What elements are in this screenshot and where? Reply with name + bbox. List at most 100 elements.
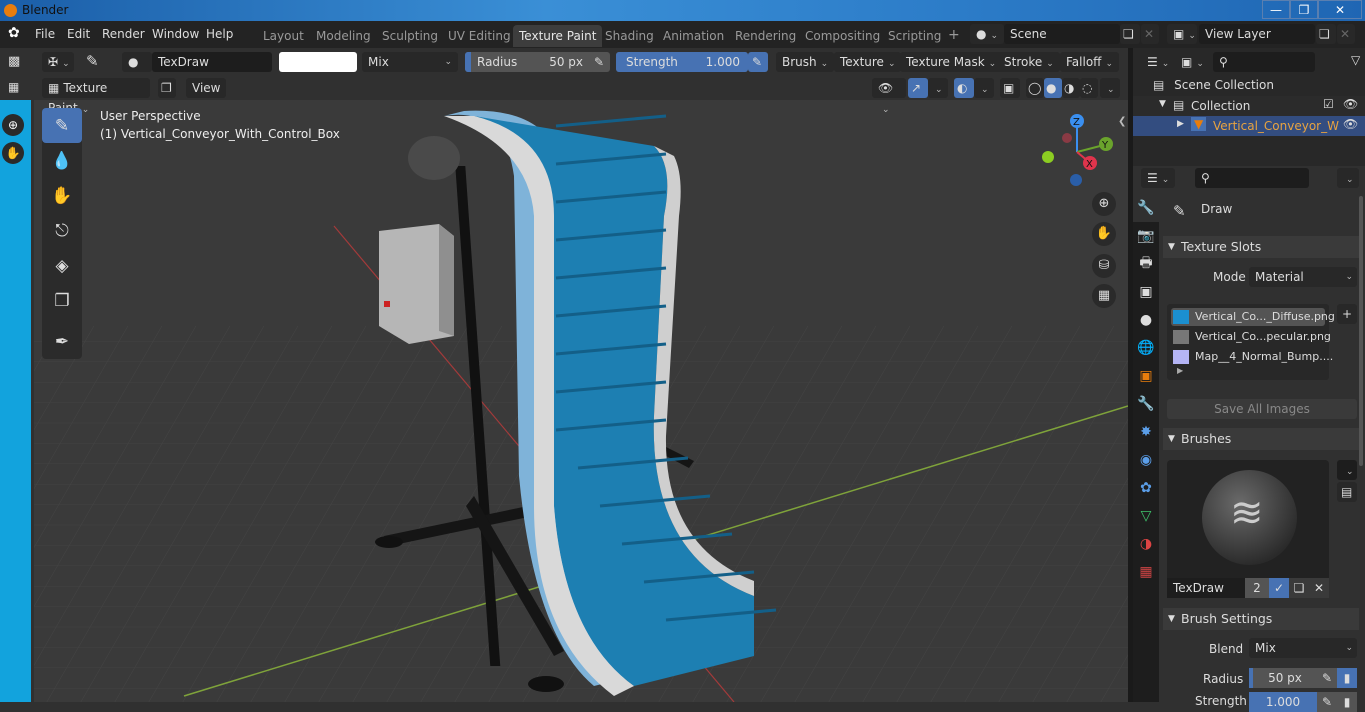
minimize-button[interactable]: — [1262, 0, 1290, 19]
brush-users-count[interactable]: 2 [1245, 578, 1269, 598]
outliner-search-input[interactable]: ⚲ [1213, 52, 1315, 72]
scene-type-icon[interactable]: ● ⌄ [970, 24, 1004, 44]
brush-menu[interactable]: Brush ⌄ [776, 52, 835, 72]
scene-tab-icon[interactable]: ● [1133, 306, 1159, 334]
outliner-row-collection[interactable]: ▼ ▤ Collection ☑ 👁 [1133, 96, 1365, 116]
radius-slider[interactable]: Radius 50 px [465, 52, 595, 72]
filter-icon[interactable]: ▽ [1351, 53, 1360, 67]
save-all-images-button[interactable]: Save All Images [1167, 399, 1357, 419]
shading-dropdown[interactable]: ⌄ [1100, 78, 1120, 98]
zoom-view-icon[interactable]: ⊕ [1092, 192, 1116, 216]
mode-dropdown[interactable]: ▦Texture Paint⌄ [42, 78, 150, 115]
rendered-shading-icon[interactable]: ◌ [1080, 78, 1098, 98]
brush-name-field[interactable]: TexDraw [152, 52, 272, 72]
sidebar-toggle-icon[interactable]: ❮ [1118, 116, 1126, 127]
paint-mask-toggle-icon[interactable]: ❐ [158, 78, 176, 98]
physics-tab-icon[interactable]: ◉ [1133, 446, 1159, 474]
texture-slot-item[interactable]: Vertical_Co..._Diffuse.png [1171, 308, 1335, 326]
outliner-display-mode-icon[interactable]: ▣ ⌄ [1175, 52, 1205, 72]
gizmo-dropdown[interactable]: ⌄ [928, 78, 948, 98]
texture-slot-item[interactable]: Vertical_Co...pecular.png [1171, 328, 1331, 346]
mask-tool-icon[interactable]: ❐ [42, 283, 82, 318]
unlink-brush-icon[interactable]: ✕ [1309, 578, 1329, 598]
properties-options-dropdown[interactable]: ⌄ [1337, 168, 1359, 188]
brush-settings-panel-header[interactable]: ▼ Brush Settings [1163, 608, 1359, 630]
texture-slot-item[interactable]: Map__4_Normal_Bump.... [1171, 348, 1333, 366]
gizmo-neg-z-axis[interactable] [1070, 174, 1082, 186]
close-button[interactable]: ✕ [1318, 0, 1362, 19]
solid-shading-icon[interactable]: ● [1044, 78, 1062, 98]
menu-help[interactable]: Help [206, 27, 233, 41]
output-tab-icon[interactable]: 🖶 [1133, 250, 1159, 278]
xray-toggle-icon[interactable]: ▣ [1000, 78, 1020, 98]
add-texture-slot-button[interactable]: + [1337, 304, 1357, 324]
zoom-icon[interactable]: ⊕ [2, 114, 24, 136]
object-tab-icon[interactable]: ▣ [1133, 362, 1159, 390]
visibility-eye-icon[interactable]: 👁 [1343, 117, 1358, 131]
duplicate-brush-icon[interactable]: ❏ [1289, 578, 1309, 598]
brush-name-field[interactable]: TexDraw [1167, 578, 1245, 598]
visibility-selectability-icon[interactable]: 👁⌄ [872, 78, 906, 115]
wireframe-shading-icon[interactable]: ◯ [1026, 78, 1044, 98]
view-layer-icon[interactable]: ▣ ⌄ [1167, 24, 1197, 44]
add-workspace-button[interactable]: + [942, 23, 966, 45]
blend-mode-dropdown[interactable]: Mix ⌄ [362, 52, 458, 72]
ortho-toggle-icon[interactable]: ▦ [1092, 284, 1116, 308]
smear-tool-icon[interactable]: ✋ [42, 178, 82, 213]
image-editor-canvas[interactable]: ⊕ ✋ [0, 100, 31, 702]
brush-preview[interactable]: ≋ [1167, 460, 1329, 596]
tab-sculpting[interactable]: Sculpting [376, 25, 444, 47]
new-view-layer-icon[interactable]: ❏ [1316, 24, 1336, 44]
data-tab-icon[interactable]: ▽ [1133, 502, 1159, 530]
annotate-tool-icon[interactable]: ✒ [42, 324, 82, 359]
strength-unit-icon[interactable]: ▮ [1337, 692, 1357, 712]
stroke-menu[interactable]: Stroke ⌄ [998, 52, 1060, 72]
properties-scrollbar[interactable] [1359, 196, 1363, 466]
properties-editor-type-icon[interactable]: ☰ ⌄ [1141, 168, 1175, 188]
radius-unit-icon[interactable]: ▮ [1337, 668, 1357, 688]
tab-uv-editing[interactable]: UV Editing [442, 25, 517, 47]
outliner-editor-type-icon[interactable]: ☰ ⌄ [1141, 52, 1171, 72]
expand-object-icon[interactable]: ▶ [1177, 119, 1184, 129]
strength-slider[interactable]: Strength 1.000 [616, 52, 748, 72]
radius-pressure-icon[interactable]: ✎ [590, 52, 610, 72]
overlay-toggle-icon[interactable]: ◐ [954, 78, 974, 98]
outliner-row-object[interactable]: ▶ ▼ Vertical_Conveyor_W 👁 [1133, 116, 1365, 136]
view-menu[interactable]: View [186, 78, 227, 98]
tab-scripting[interactable]: Scripting [882, 25, 947, 47]
particles-tab-icon[interactable]: ✸ [1133, 418, 1159, 446]
expand-collection-icon[interactable]: ▼ [1159, 99, 1166, 109]
tab-shading[interactable]: Shading [599, 25, 660, 47]
tool-settings-icon[interactable]: ✠ ⌄ [42, 52, 74, 72]
navigation-gizmo[interactable]: Z Y X [1034, 112, 1128, 192]
delete-view-layer-icon[interactable]: ✕ [1337, 24, 1355, 44]
world-tab-icon[interactable]: 🌐 [1133, 334, 1159, 362]
falloff-menu[interactable]: Falloff ⌄ [1060, 52, 1119, 72]
brush-radius-slider[interactable]: 50 px [1249, 668, 1317, 688]
soften-tool-icon[interactable]: 💧 [42, 143, 82, 178]
radius-pressure-icon[interactable]: ✎ [1317, 668, 1337, 688]
gizmo-neg-x-axis[interactable] [1062, 133, 1072, 143]
overlay-dropdown[interactable]: ⌄ [974, 78, 994, 98]
gizmo-toggle-icon[interactable]: ↗ [908, 78, 928, 98]
render-tab-icon[interactable]: 📷 [1133, 222, 1159, 250]
material-tab-icon[interactable]: ◑ [1133, 530, 1159, 558]
new-scene-icon[interactable]: ❏ [1120, 24, 1140, 44]
view-layer-tab-icon[interactable]: ▣ [1133, 278, 1159, 306]
texture-tab-icon[interactable]: ▦ [1133, 558, 1159, 586]
strength-pressure-icon[interactable]: ✎ [748, 52, 768, 72]
3d-viewport[interactable]: User Perspective (1) Vertical_Conveyor_W… [34, 76, 1128, 702]
menu-file[interactable]: File [35, 27, 55, 41]
brush-preview-icon[interactable]: ● [122, 52, 152, 72]
tab-animation[interactable]: Animation [657, 25, 730, 47]
tab-modeling[interactable]: Modeling [310, 25, 377, 47]
strength-pressure-icon[interactable]: ✎ [1317, 692, 1337, 712]
texture-mode-dropdown[interactable]: Material ⌄ [1249, 267, 1357, 287]
brush-blend-dropdown[interactable]: Mix ⌄ [1249, 638, 1357, 658]
blender-menu-icon[interactable]: ✿ [8, 25, 20, 41]
pan-view-icon[interactable]: ✋ [1092, 222, 1116, 246]
menu-render[interactable]: Render [102, 27, 145, 41]
menu-edit[interactable]: Edit [67, 27, 90, 41]
list-expand-icon[interactable]: ▶ [1177, 366, 1183, 375]
texture-mask-menu[interactable]: Texture Mask ⌄ [900, 52, 1003, 72]
